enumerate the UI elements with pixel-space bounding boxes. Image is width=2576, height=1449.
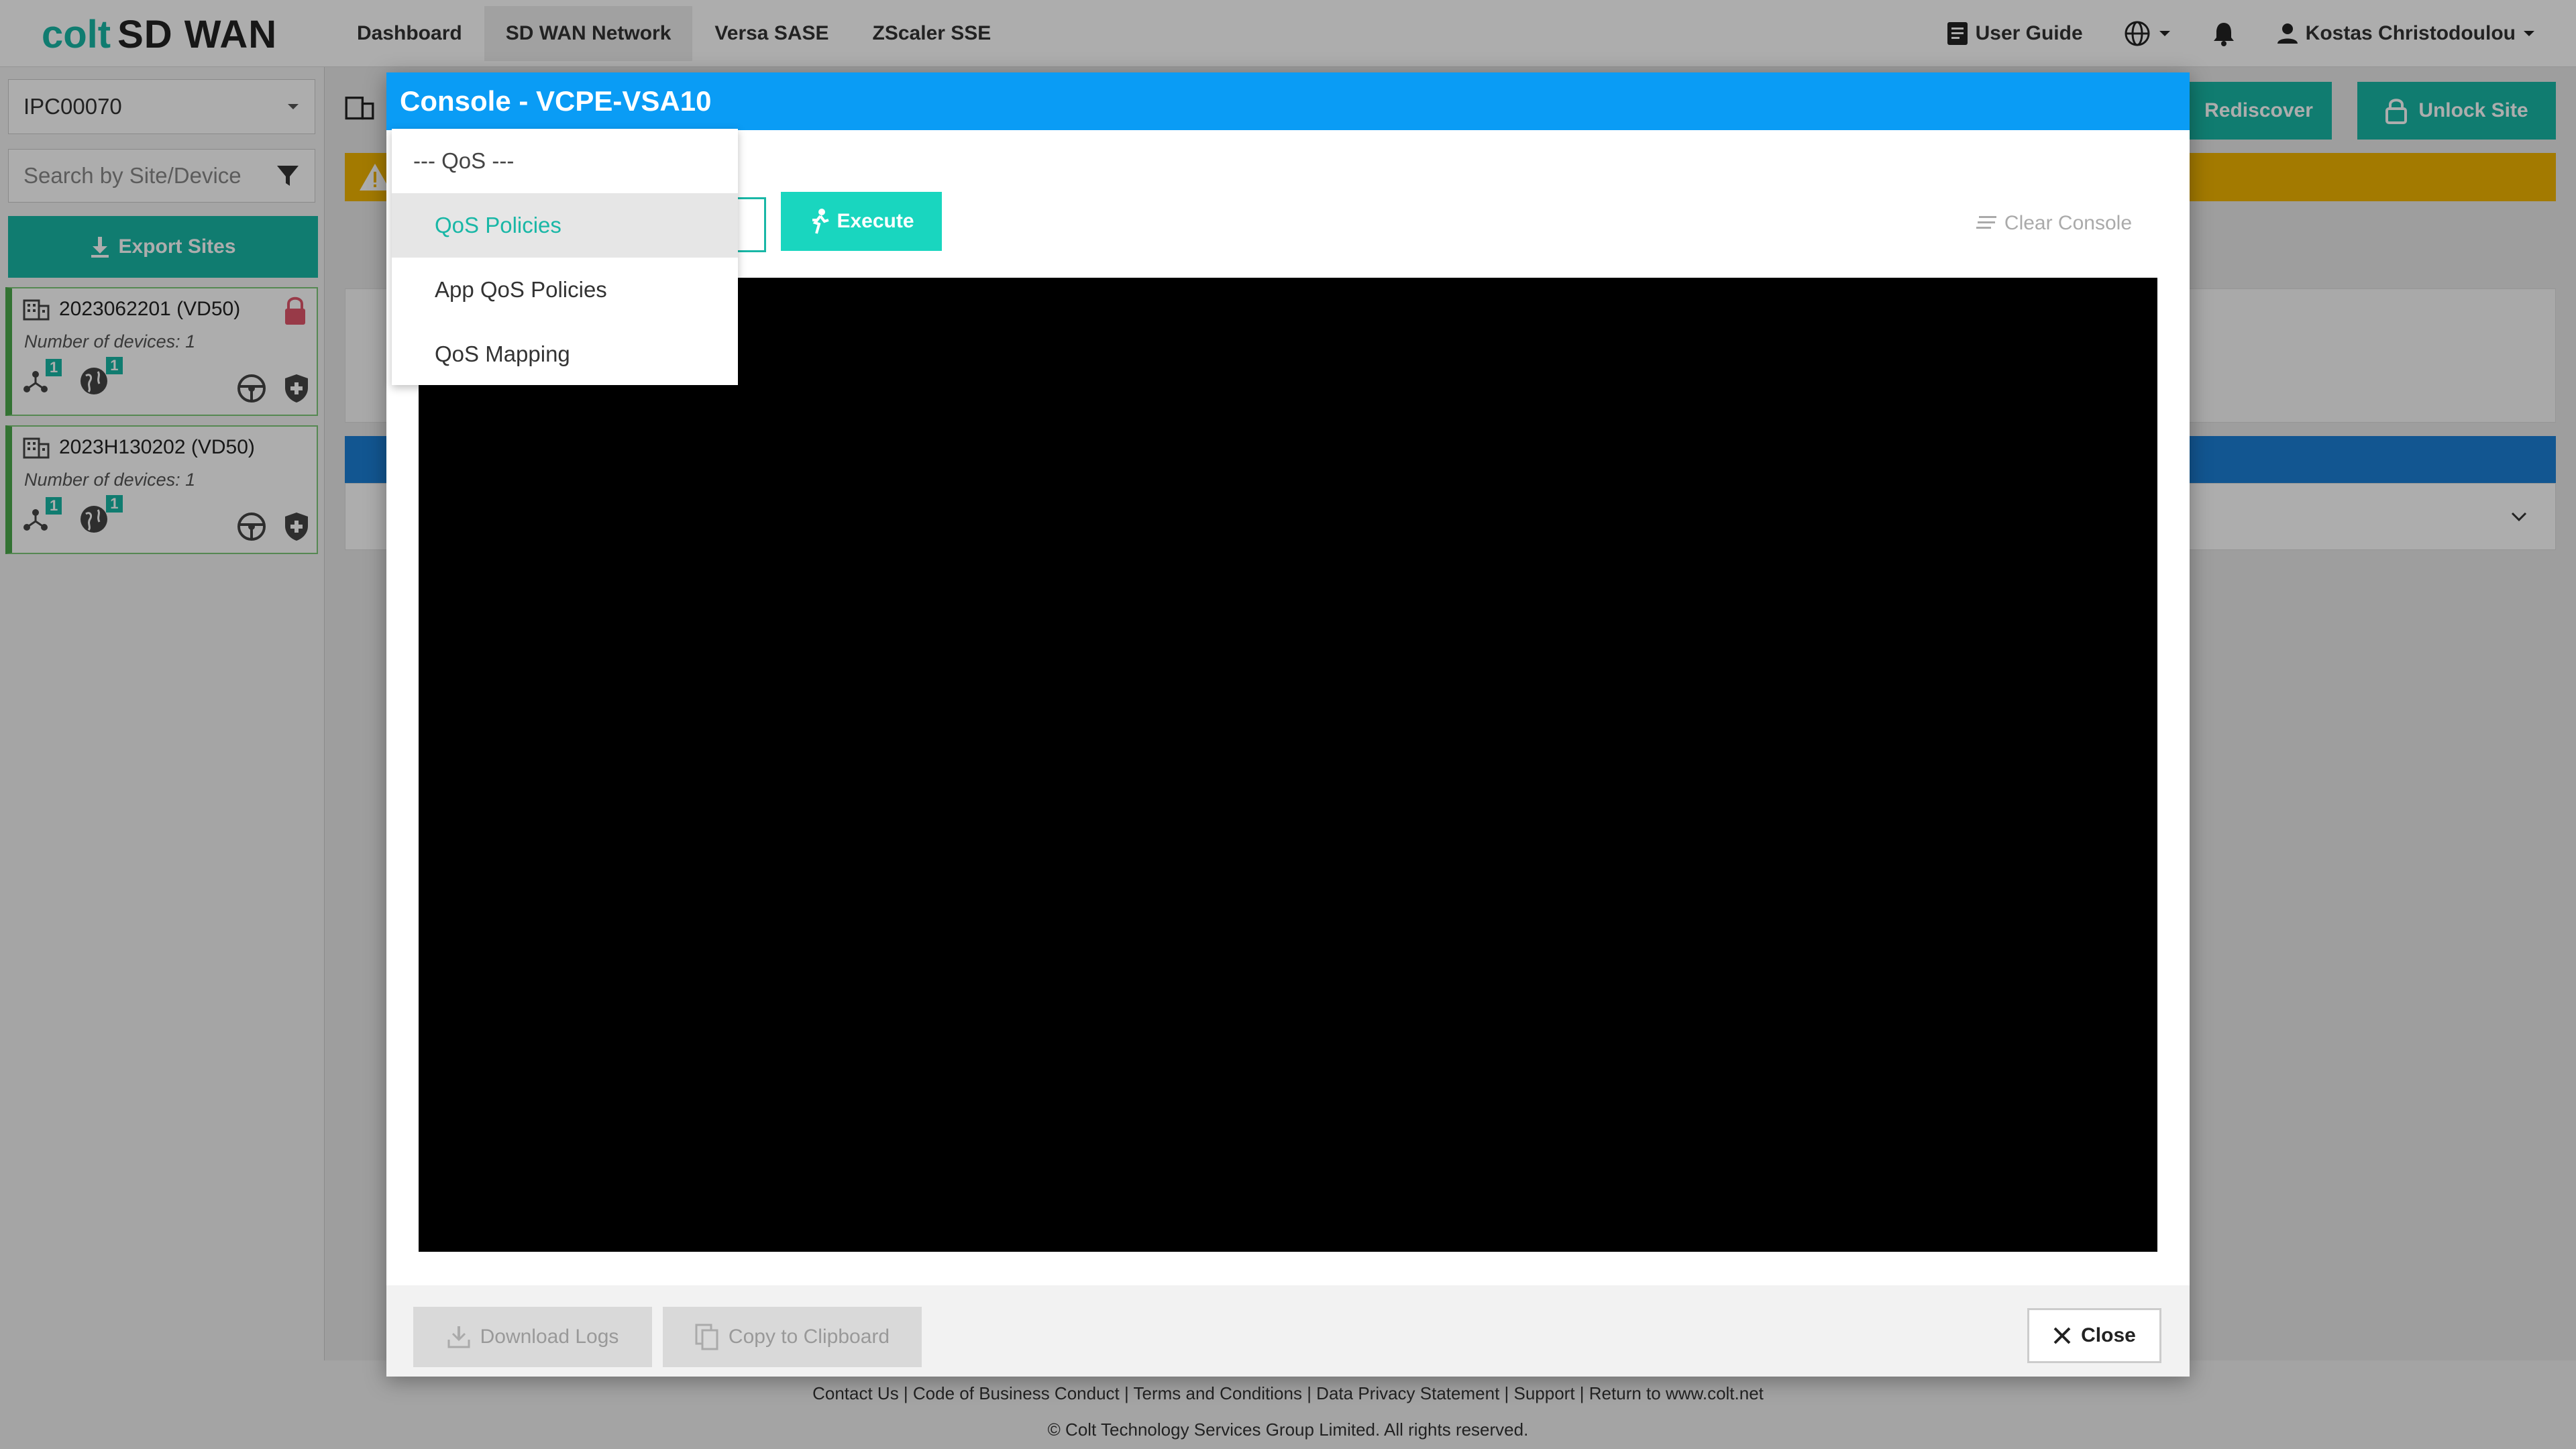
clear-console-label: Clear Console: [2004, 212, 2132, 234]
execute-label: Execute: [837, 210, 914, 232]
dropdown-option-app-qos-policies[interactable]: App QoS Policies: [392, 258, 738, 322]
running-person-icon: [812, 209, 830, 234]
copy-icon: [695, 1324, 718, 1350]
copy-to-clipboard-label: Copy to Clipboard: [728, 1326, 890, 1348]
close-icon: [2053, 1327, 2071, 1344]
modal-header: Console - VCPE-VSA10: [386, 72, 2190, 130]
download-icon: [447, 1326, 470, 1348]
command-select[interactable]: [735, 197, 766, 252]
dropdown-option-qos-policies[interactable]: QoS Policies: [392, 193, 738, 258]
clear-lines-icon: [1976, 216, 1996, 229]
copy-to-clipboard-button[interactable]: Copy to Clipboard: [663, 1307, 922, 1367]
clear-console-button[interactable]: Clear Console: [1975, 212, 2132, 235]
modal-footer: Download Logs Copy to Clipboard Close: [386, 1285, 2190, 1377]
command-dropdown: --- QoS --- QoS Policies App QoS Policie…: [392, 129, 738, 385]
close-label: Close: [2081, 1324, 2136, 1346]
download-logs-label: Download Logs: [480, 1326, 619, 1348]
execute-button[interactable]: Execute: [781, 192, 942, 251]
dropdown-option-qos-mapping[interactable]: QoS Mapping: [392, 322, 738, 386]
modal-title: Console - VCPE-VSA10: [400, 85, 712, 117]
download-logs-button[interactable]: Download Logs: [413, 1307, 652, 1367]
console-output[interactable]: [419, 278, 2157, 1252]
dropdown-group-header: --- QoS ---: [413, 148, 515, 173]
close-modal-button[interactable]: Close: [2027, 1308, 2161, 1363]
